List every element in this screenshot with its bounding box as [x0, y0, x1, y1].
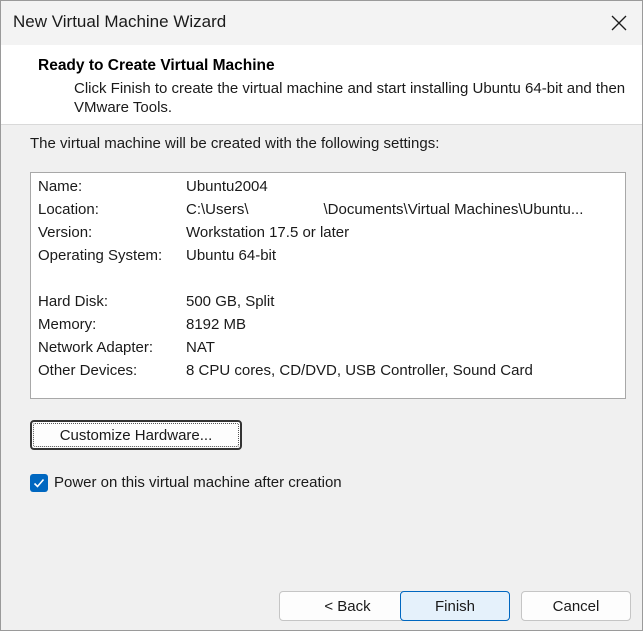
setting-label: Network Adapter:	[38, 339, 154, 356]
setting-row-memory: Memory: 8192 MB	[38, 316, 618, 336]
setting-value: NAT	[186, 339, 215, 356]
setting-value: C:\Users\ \Documents\Virtual Machines\Ub…	[186, 201, 584, 218]
setting-row-other-devices: Other Devices: 8 CPU cores, CD/DVD, USB …	[38, 362, 618, 382]
settings-intro: The virtual machine will be created with…	[30, 135, 440, 152]
setting-row-name: Name: Ubuntu2004	[38, 178, 618, 198]
settings-summary: Name: Ubuntu2004 Location: C:\Users\ \Do…	[30, 172, 626, 399]
wizard-footer: < Back Finish Cancel	[1, 575, 642, 630]
setting-value: 8 CPU cores, CD/DVD, USB Controller, Sou…	[186, 362, 533, 379]
power-on-checkbox[interactable]	[30, 474, 48, 492]
close-button[interactable]	[596, 1, 642, 45]
power-on-label[interactable]: Power on this virtual machine after crea…	[54, 474, 342, 491]
header-title: Ready to Create Virtual Machine	[38, 57, 275, 74]
checkmark-icon	[33, 478, 45, 488]
setting-value: Workstation 17.5 or later	[186, 224, 350, 241]
setting-row-os: Operating System: Ubuntu 64-bit	[38, 247, 618, 267]
setting-value: 500 GB, Split	[186, 293, 275, 310]
setting-label: Memory:	[38, 316, 97, 333]
setting-row-location: Location: C:\Users\ \Documents\Virtual M…	[38, 201, 618, 221]
setting-value: 8192 MB	[186, 316, 247, 333]
setting-label: Location:	[38, 201, 99, 218]
setting-label: Operating System:	[38, 247, 163, 264]
setting-value: Ubuntu 64-bit	[186, 247, 277, 264]
header-description: Click Finish to create the virtual machi…	[74, 80, 626, 116]
setting-label: Version:	[38, 224, 93, 241]
setting-label: Hard Disk:	[38, 293, 109, 310]
window-title: New Virtual Machine Wizard	[13, 12, 227, 31]
setting-label: Other Devices:	[38, 362, 138, 379]
setting-value: Ubuntu2004	[186, 178, 268, 195]
cancel-button[interactable]: Cancel	[521, 591, 631, 621]
back-button[interactable]: < Back	[279, 591, 416, 621]
wizard-window: New Virtual Machine Wizard Ready to Crea…	[0, 0, 643, 631]
title-bar[interactable]: New Virtual Machine Wizard	[1, 1, 642, 45]
setting-label: Name:	[38, 178, 83, 195]
setting-row-hard-disk: Hard Disk: 500 GB, Split	[38, 293, 618, 313]
customize-hardware-button[interactable]: Customize Hardware...	[30, 420, 242, 450]
customize-hardware-label: Customize Hardware...	[33, 423, 239, 447]
setting-row-network: Network Adapter: NAT	[38, 339, 618, 359]
setting-row-version: Version: Workstation 17.5 or later	[38, 224, 618, 244]
wizard-header: Ready to Create Virtual Machine Click Fi…	[1, 45, 642, 125]
close-icon	[611, 15, 627, 31]
finish-button[interactable]: Finish	[400, 591, 510, 621]
